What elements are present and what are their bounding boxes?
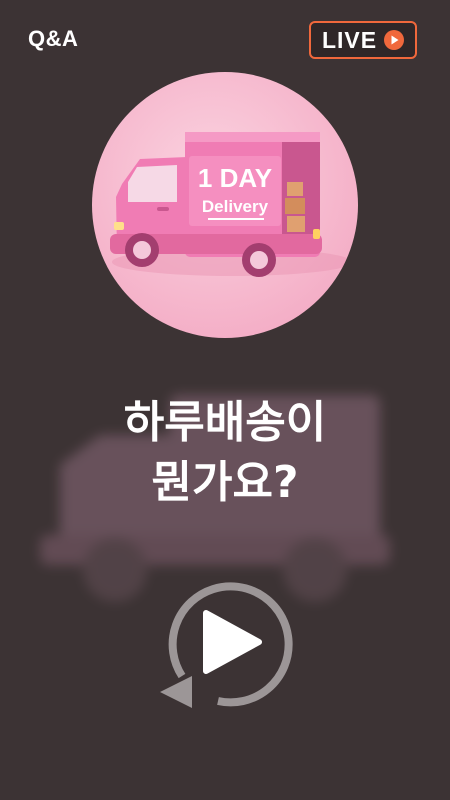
title-line-1: 하루배송이 [123,397,327,448]
live-button[interactable]: LIVE [309,21,417,59]
replay-icon[interactable] [152,570,298,716]
page-title: 하루배송이 뭔가요? [0,393,450,513]
title-line-2: 뭔가요? [151,457,299,508]
qa-label: Q&A [28,26,79,51]
live-label: LIVE [321,26,378,53]
truck-text-line1: 1 DAY [198,163,272,193]
hero-image: 1 DAY Delivery [92,72,358,338]
truck-text-line2: Delivery [202,197,269,216]
play-circle-icon [384,30,405,50]
